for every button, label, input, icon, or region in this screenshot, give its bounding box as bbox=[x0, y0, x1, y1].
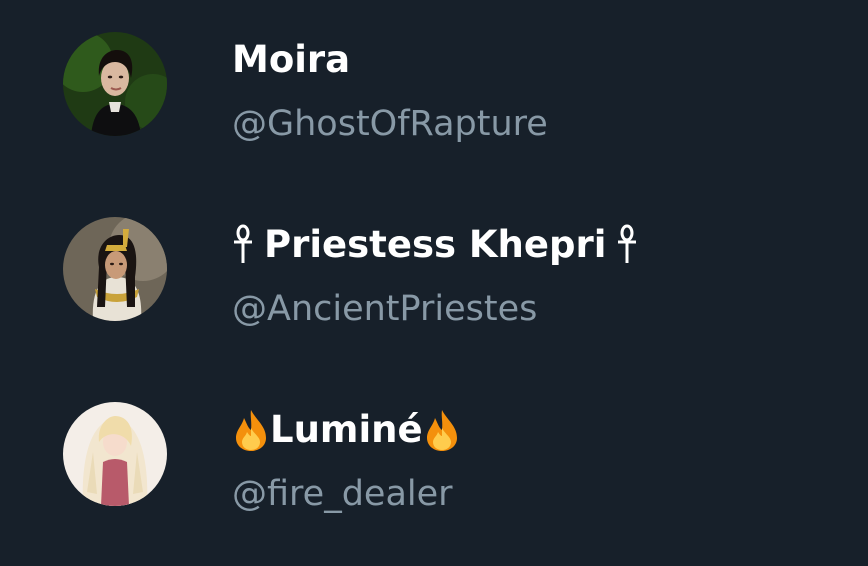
account-row-lumine[interactable]: Luminé @fire_dealer bbox=[0, 390, 868, 540]
username-handle[interactable]: @fire_dealer bbox=[232, 468, 453, 520]
account-row-moira[interactable]: Moira @GhostOfRapture bbox=[0, 20, 868, 170]
portrait-icon bbox=[63, 217, 167, 321]
portrait-icon bbox=[63, 32, 167, 136]
avatar[interactable] bbox=[63, 32, 167, 136]
display-name[interactable]: Luminé bbox=[232, 404, 461, 456]
account-row-khepri[interactable]: Priestess Khepri @AncientPriestes bbox=[0, 205, 868, 355]
display-name[interactable]: Moira bbox=[232, 34, 350, 86]
display-name-text: Luminé bbox=[270, 408, 423, 451]
fire-icon bbox=[236, 410, 266, 451]
ankh-icon bbox=[618, 224, 637, 263]
portrait-icon bbox=[63, 402, 167, 506]
username-handle[interactable]: @AncientPriestes bbox=[232, 283, 537, 335]
account-list: Moira @GhostOfRapture Priestess Khepri @… bbox=[0, 0, 868, 566]
fire-icon bbox=[426, 410, 457, 451]
display-name-text: Priestess Khepri bbox=[264, 223, 607, 266]
display-name[interactable]: Priestess Khepri bbox=[232, 219, 638, 271]
avatar[interactable] bbox=[63, 402, 167, 506]
username-handle[interactable]: @GhostOfRapture bbox=[232, 98, 548, 150]
ankh-icon bbox=[234, 224, 252, 263]
avatar[interactable] bbox=[63, 217, 167, 321]
display-name-text: Moira bbox=[232, 38, 351, 81]
